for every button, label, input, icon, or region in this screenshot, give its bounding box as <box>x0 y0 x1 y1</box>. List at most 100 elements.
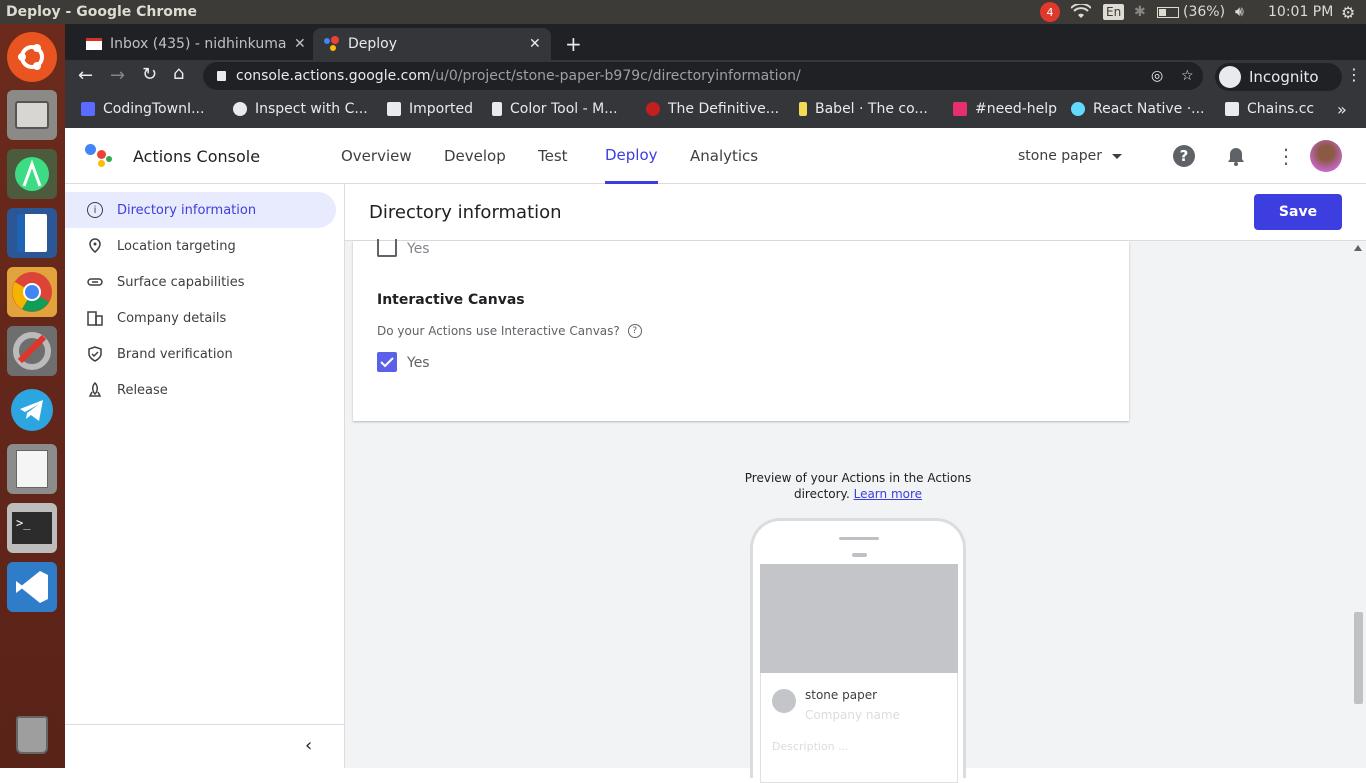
vscode-icon[interactable] <box>7 562 57 612</box>
scrollbar-thumb[interactable] <box>1354 612 1363 704</box>
bookmark-need-help[interactable]: #need-help <box>953 94 1057 124</box>
bookmark-label: React Native ·... <box>1093 101 1205 117</box>
sidebar-item-label: Location targeting <box>117 238 236 254</box>
link-icon <box>87 274 103 290</box>
incognito-badge[interactable]: Incognito <box>1215 63 1342 91</box>
save-button[interactable]: Save <box>1254 194 1342 230</box>
chat-icon <box>953 102 967 116</box>
sidebar: i Directory information Location targeti… <box>65 184 345 768</box>
new-tab-button[interactable]: + <box>565 28 582 60</box>
tab-deploy[interactable]: Deploy ✕ <box>313 28 551 60</box>
files-icon[interactable] <box>7 90 57 140</box>
volume-icon[interactable]: 🔊︎ <box>1235 0 1244 24</box>
question-row: Do your Actions use Interactive Canvas? … <box>377 324 642 338</box>
shield-check-icon <box>87 346 103 362</box>
star-icon[interactable]: ☆ <box>1181 68 1194 84</box>
learn-more-link[interactable]: Learn more <box>854 487 922 501</box>
sidebar-item-location-targeting[interactable]: Location targeting <box>65 228 336 264</box>
sidebar-item-brand-verification[interactable]: Brand verification <box>65 336 336 372</box>
telegram-icon[interactable] <box>7 385 57 435</box>
location-icon[interactable]: ◎ <box>1151 68 1163 84</box>
bookmark-inspect[interactable]: Inspect with C... <box>233 94 368 124</box>
battery-percent: (36%) <box>1183 4 1226 20</box>
help-outline-icon[interactable]: ? <box>627 324 642 338</box>
chrome-icon[interactable] <box>7 267 57 317</box>
keyboard-indicator[interactable]: En <box>1103 0 1125 24</box>
keyboard-layout: En <box>1103 4 1125 20</box>
close-icon[interactable]: ✕ <box>529 36 541 52</box>
help-icon[interactable]: ? <box>1173 145 1195 167</box>
menu-dots-icon[interactable]: ⋮ <box>1346 65 1362 84</box>
close-icon[interactable]: ✕ <box>294 36 306 52</box>
app-logo-placeholder <box>772 689 796 713</box>
writer-icon[interactable] <box>7 208 57 258</box>
folder-icon <box>387 102 401 116</box>
bookmark-label: The Definitive... <box>668 101 780 117</box>
nav-develop[interactable]: Develop <box>444 128 506 184</box>
more-vert-icon[interactable]: ⋮ <box>1276 144 1296 168</box>
home-icon[interactable]: ⌂ <box>173 63 184 84</box>
forward-icon[interactable]: → <box>110 65 125 86</box>
project-selector[interactable]: stone paper <box>1018 128 1123 184</box>
interactive-canvas-checkbox[interactable] <box>377 352 397 372</box>
terminal-icon[interactable]: >_ <box>7 503 57 553</box>
ubuntu-dash-icon[interactable] <box>7 32 57 82</box>
section-title: Interactive Canvas <box>377 292 525 308</box>
avatar[interactable] <box>1310 140 1342 172</box>
caret-down-icon <box>1112 153 1123 159</box>
window-title: Deploy - Google Chrome <box>6 4 198 20</box>
bookmark-label: Color Tool - M... <box>510 101 618 117</box>
scroll-up-arrow-icon[interactable] <box>1354 245 1362 251</box>
os-top-bar: Deploy - Google Chrome 4 En ✱ (36%) 🔊︎ 1… <box>0 0 1366 24</box>
nav-test[interactable]: Test <box>538 128 568 184</box>
bluetooth-icon[interactable]: ✱ <box>1134 0 1146 24</box>
nav-deploy[interactable]: Deploy <box>605 128 658 184</box>
sidebar-item-label: Brand verification <box>117 346 233 362</box>
sidebar-footer: ‹ <box>65 724 344 768</box>
battery-indicator[interactable]: (36%) <box>1157 0 1225 24</box>
preview-text: Preview of your Actions in the Actions <box>744 471 972 485</box>
bookmark-chains[interactable]: Chains.cc <box>1225 94 1314 124</box>
reload-icon[interactable]: ↻ <box>142 64 157 85</box>
question-text: Do your Actions use Interactive Canvas? <box>377 324 620 338</box>
bookmark-babel[interactable]: Babel · The co... <box>799 94 928 124</box>
sidebar-item-company-details[interactable]: Company details <box>65 300 336 336</box>
bookmark-color-tool[interactable]: Color Tool - M... <box>492 94 618 124</box>
page-title: Directory information <box>369 202 562 223</box>
rocket-icon <box>87 381 103 398</box>
trash-icon[interactable] <box>7 710 57 760</box>
settings-icon[interactable] <box>7 326 57 376</box>
info-icon: i <box>87 202 103 218</box>
bookmark-codingtown[interactable]: CodingTownI... <box>81 94 204 124</box>
bell-icon[interactable] <box>1227 146 1245 170</box>
sidebar-item-surface-capabilities[interactable]: Surface capabilities <box>65 264 336 300</box>
profile-label: Incognito <box>1249 68 1319 86</box>
bookmark-imported[interactable]: Imported <box>387 94 473 124</box>
sidebar-item-label: Release <box>117 382 168 398</box>
checkbox-top[interactable] <box>377 239 397 257</box>
clock[interactable]: 10:01 PM <box>1268 0 1333 24</box>
bookmark-label: Inspect with C... <box>255 101 368 117</box>
checkbox-top-label: Yes <box>407 241 430 257</box>
sidebar-item-directory-information[interactable]: i Directory information <box>65 192 336 228</box>
bookmark-definitive[interactable]: The Definitive... <box>646 94 779 124</box>
toolbar: ← → ↻ ⌂ console.actions.google.com/u/0/p… <box>65 60 1366 94</box>
wifi-icon[interactable] <box>1071 0 1091 24</box>
url-path: /u/0/project/stone-paper-b979c/directory… <box>430 68 801 84</box>
scrollbar[interactable] <box>1351 241 1366 768</box>
text-editor-icon[interactable] <box>7 444 57 494</box>
preview-app-name: stone paper <box>805 688 878 702</box>
nav-overview[interactable]: Overview <box>341 128 412 184</box>
bookmarks-overflow[interactable]: » <box>1337 94 1347 124</box>
tab-inbox[interactable]: Inbox (435) - nidhinkumar ✕ <box>75 28 313 60</box>
android-studio-icon[interactable] <box>7 149 57 199</box>
sidebar-item-release[interactable]: Release <box>65 372 336 408</box>
bookmark-react-native[interactable]: React Native ·... <box>1071 94 1205 124</box>
address-bar[interactable]: console.actions.google.com/u/0/project/s… <box>203 62 1203 90</box>
system-gear-icon[interactable]: ⚙ <box>1341 0 1355 24</box>
chains-icon <box>1225 102 1239 116</box>
nav-analytics[interactable]: Analytics <box>690 128 758 184</box>
back-icon[interactable]: ← <box>78 65 93 86</box>
notification-badge[interactable]: 4 <box>1040 0 1060 24</box>
collapse-chevron-icon[interactable]: ‹ <box>305 735 312 756</box>
